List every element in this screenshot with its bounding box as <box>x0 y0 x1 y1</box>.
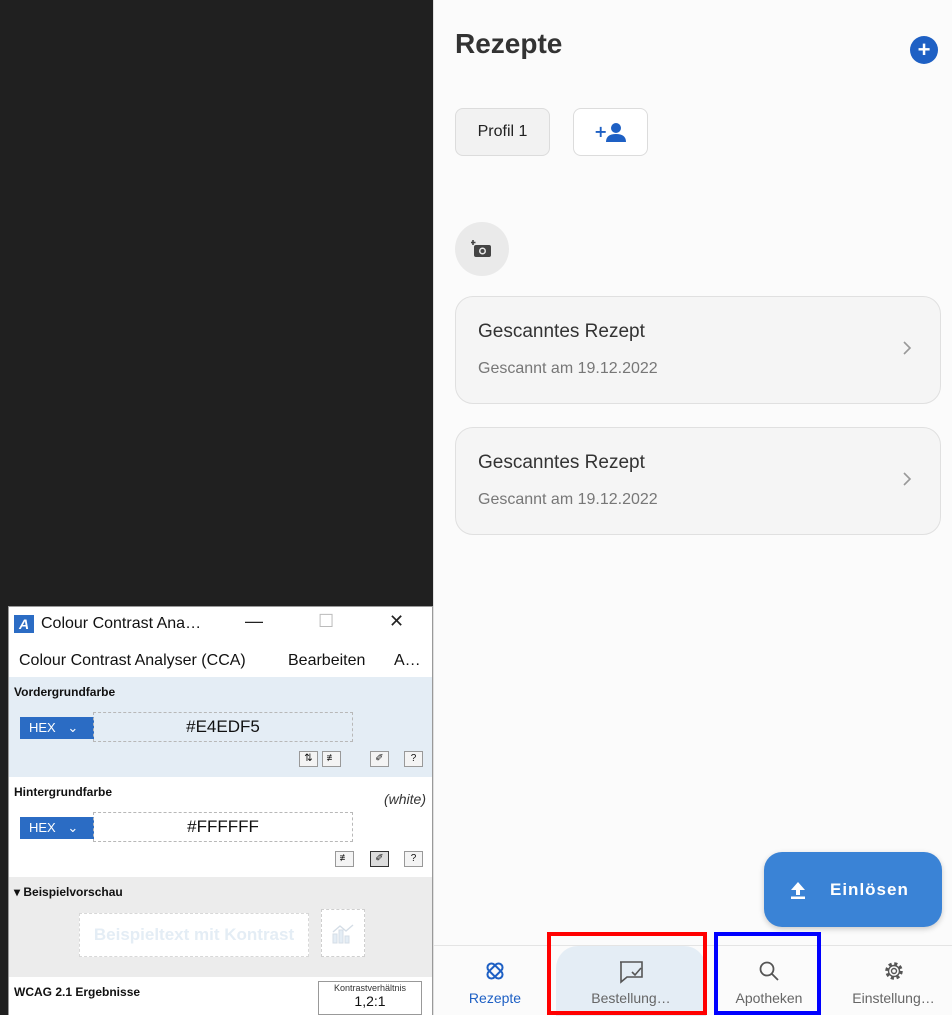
gear-icon <box>884 962 903 980</box>
chart-icon <box>332 924 354 944</box>
cca-logo-icon: A <box>14 615 34 633</box>
preview-section: ▾ Beispielvorschau Beispieltext mit Kont… <box>9 877 432 977</box>
red-highlight-marker <box>547 932 707 1015</box>
menu-item-bearbeiten[interactable]: Bearbeiten <box>288 652 365 670</box>
format-label: HEX <box>29 820 56 835</box>
contrast-ratio-value: 1,2:1 <box>354 993 386 1009</box>
window-title: Colour Contrast Ana… <box>41 615 202 632</box>
sliders-icon: ≢ <box>326 753 337 764</box>
chevron-right-icon <box>903 341 912 355</box>
background-heading: Hintergrundfarbe <box>14 785 113 799</box>
blue-highlight-marker <box>714 932 821 1015</box>
card-subtitle: Gescannt am 19.12.2022 <box>478 491 658 508</box>
help-icon: ? <box>410 753 417 764</box>
menu-bar: Colour Contrast Analyser (CCA) Bearbeite… <box>9 644 432 678</box>
upload-icon <box>791 881 805 899</box>
eyedropper-icon: ✐ <box>375 853 384 864</box>
help-icon: ? <box>410 853 417 864</box>
preview-heading[interactable]: ▾ Beispielvorschau <box>14 885 123 899</box>
foreground-heading: Vordergrundfarbe <box>14 685 116 699</box>
chart-preview-button[interactable] <box>321 909 365 957</box>
contrast-ratio-box: Kontrastverhältnis 1,2:1 <box>318 981 422 1015</box>
help-button[interactable]: ? <box>404 751 423 767</box>
help-button[interactable]: ? <box>404 851 423 867</box>
swap-icon: ⇅ <box>304 753 313 764</box>
redeem-label: Einlösen <box>830 879 909 899</box>
close-button[interactable]: ✕ <box>389 611 404 632</box>
camera-plus-icon <box>471 240 491 257</box>
background-section: Hintergrundfarbe (white) HEX ⌄ #FFFFFF ≢… <box>9 777 432 877</box>
nav-item-einstellungen[interactable]: Einstellung… <box>834 946 952 1016</box>
foreground-hex-input[interactable]: #E4EDF5 <box>93 712 353 742</box>
chevron-down-icon: ⌄ <box>67 820 79 835</box>
add-person-icon: + <box>594 122 626 142</box>
svg-text:+: + <box>594 122 607 141</box>
background-format-select[interactable]: HEX ⌄ <box>20 817 94 839</box>
prescription-icon <box>486 962 504 980</box>
wcag-results-section: WCAG 2.1 Ergebnisse Kontrastverhältnis 1… <box>9 977 432 1016</box>
page-title: Rezepte <box>455 28 563 59</box>
redeem-button[interactable]: Einlösen <box>764 852 942 927</box>
profile-chip[interactable]: Profil 1 <box>455 108 550 156</box>
eyedropper-button[interactable]: ✐ <box>370 851 389 867</box>
foreground-format-select[interactable]: HEX ⌄ <box>20 717 94 739</box>
card-title: Gescanntes Rezept <box>478 321 645 342</box>
plus-icon: + <box>917 37 931 62</box>
add-prescription-button[interactable]: + <box>910 36 938 64</box>
eyedropper-icon: ✐ <box>375 753 384 764</box>
chevron-right-icon <box>903 472 912 486</box>
nav-item-rezepte[interactable]: Rezepte <box>434 946 556 1016</box>
format-label: HEX <box>29 720 56 735</box>
foreground-section: Vordergrundfarbe HEX ⌄ #E4EDF5 ⇅ ≢ ✐ ? <box>9 677 432 777</box>
add-profile-button[interactable]: + <box>573 108 648 156</box>
prescription-card[interactable]: Gescanntes Rezept Gescannt am 19.12.2022 <box>455 296 941 404</box>
minimize-button[interactable]: — <box>245 611 263 632</box>
scan-camera-button[interactable] <box>455 222 509 276</box>
background-hex-input[interactable]: #FFFFFF <box>93 812 353 842</box>
maximize-button[interactable]: ☐ <box>318 611 334 632</box>
adjust-button[interactable]: ≢ <box>335 851 354 867</box>
eyedropper-button[interactable]: ✐ <box>370 751 389 767</box>
adjust-button[interactable]: ≢ <box>322 751 341 767</box>
card-subtitle: Gescannt am 19.12.2022 <box>478 360 658 377</box>
color-name-label: (white) <box>383 791 426 807</box>
prescription-card[interactable]: Gescanntes Rezept Gescannt am 19.12.2022 <box>455 427 941 535</box>
contrast-ratio-label: Kontrastverhältnis <box>333 983 407 993</box>
sample-text-preview: Beispieltext mit Kontrast <box>79 913 309 957</box>
menu-item-cca[interactable]: Colour Contrast Analyser (CCA) <box>19 652 246 670</box>
prescriptions-app: Rezepte + Profil 1 + Gescanntes Rezept G… <box>433 0 952 1016</box>
wcag-heading: WCAG 2.1 Ergebnisse <box>14 985 141 999</box>
card-title: Gescanntes Rezept <box>478 452 645 473</box>
nav-label: Rezepte <box>468 990 522 1006</box>
sliders-icon: ≢ <box>339 853 350 864</box>
nav-label: Einstellung… <box>852 990 935 1006</box>
menu-item-overflow[interactable]: A… <box>394 652 421 670</box>
colour-contrast-analyser-window: A Colour Contrast Ana… — ☐ ✕ Colour Cont… <box>8 606 433 1016</box>
window-titlebar[interactable]: A Colour Contrast Ana… — ☐ ✕ <box>9 607 432 641</box>
swap-colors-button[interactable]: ⇅ <box>299 751 318 767</box>
chevron-down-icon: ⌄ <box>67 720 79 735</box>
